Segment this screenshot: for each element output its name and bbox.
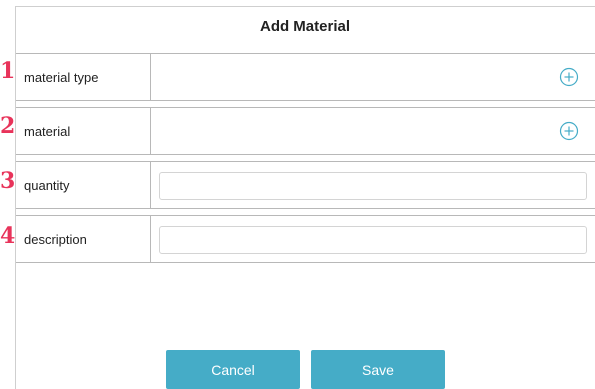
material-row[interactable]: material bbox=[16, 107, 595, 155]
save-button[interactable]: Save bbox=[311, 350, 445, 389]
description-row: description bbox=[16, 215, 595, 263]
description-label: description bbox=[16, 216, 151, 262]
quantity-label: quantity bbox=[16, 162, 151, 208]
description-input[interactable] bbox=[159, 226, 587, 254]
row-number-marker: 2 bbox=[0, 113, 16, 139]
row-number-marker: 1 bbox=[0, 58, 16, 84]
cancel-button[interactable]: Cancel bbox=[166, 350, 300, 389]
row-number-marker: 3 bbox=[0, 168, 16, 194]
row-number-marker: 4 bbox=[0, 223, 16, 249]
dialog-title: Add Material bbox=[259, 17, 350, 35]
quantity-row: quantity bbox=[16, 161, 595, 209]
material-type-row[interactable]: material type bbox=[16, 53, 595, 101]
material-label: material bbox=[16, 108, 151, 154]
material-add-icon[interactable] bbox=[559, 121, 579, 141]
quantity-input[interactable] bbox=[159, 172, 587, 200]
material-type-label: material type bbox=[16, 54, 151, 100]
material-type-add-icon[interactable] bbox=[559, 67, 579, 87]
